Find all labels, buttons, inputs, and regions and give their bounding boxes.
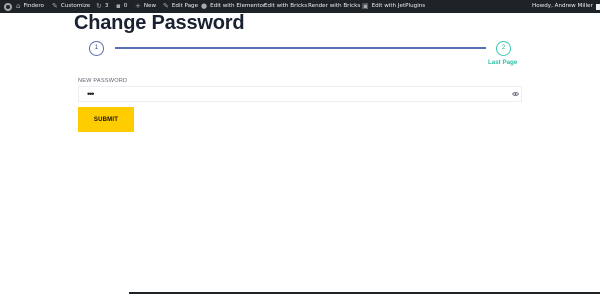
howdy-label: Howdy, Andrew Miller: [532, 3, 593, 9]
step-2-indicator: 2: [496, 41, 511, 56]
render-bricks-label: Render with Bricks: [308, 3, 361, 9]
render-bricks-link[interactable]: Render with Bricks: [308, 0, 360, 13]
edit-bricks-label: Edit with Bricks: [264, 3, 308, 9]
site-name-label: Findero: [23, 3, 44, 9]
site-name-link[interactable]: ⌂ Findero: [16, 0, 44, 13]
avatar: [595, 3, 600, 10]
wordpress-logo-icon: [4, 2, 12, 11]
wordpress-menu[interactable]: [4, 0, 12, 13]
brush-icon: ✎: [52, 2, 58, 10]
jetplugins-icon: ▣: [362, 2, 369, 10]
edit-bricks-link[interactable]: Edit with Bricks: [264, 0, 307, 13]
new-password-label: NEW PASSWORD: [78, 78, 128, 84]
account-menu[interactable]: Howdy, Andrew Miller: [532, 0, 600, 13]
last-page-label: Last Page: [488, 59, 518, 66]
home-icon: ⌂: [16, 2, 21, 10]
step-1-indicator: 1: [89, 41, 104, 56]
bottom-divider: [129, 292, 600, 294]
eye-icon[interactable]: [512, 91, 519, 97]
edit-jetplugins-label: Edit with JetPlugins: [371, 3, 426, 9]
new-password-input[interactable]: •••: [78, 86, 522, 102]
step-progress-line: [115, 47, 486, 49]
page-title: Change Password: [74, 12, 245, 34]
edit-jetplugins-link[interactable]: ▣ Edit with JetPlugins: [362, 0, 425, 13]
password-value: •••: [87, 89, 95, 99]
submit-button[interactable]: SUBMIT: [78, 107, 134, 132]
